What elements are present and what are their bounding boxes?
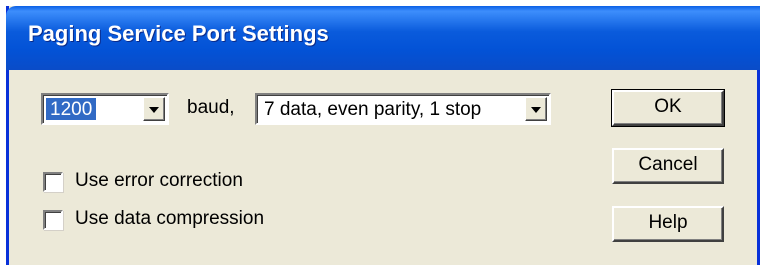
help-button[interactable]: Help — [612, 206, 724, 242]
dialog-title: Paging Service Port Settings — [28, 21, 329, 46]
dialog-body: 1200 baud, 7 data, even parity, 1 stop U… — [9, 70, 757, 265]
baud-label: baud, — [187, 97, 235, 118]
title-bar[interactable]: Paging Service Port Settings — [6, 6, 760, 70]
data-compression-label: Use data compression — [75, 208, 265, 229]
baud-rate-select[interactable]: 1200 — [41, 93, 169, 125]
baud-rate-value: 1200 — [46, 98, 97, 120]
error-correction-checkbox[interactable] — [43, 172, 63, 192]
data-compression-checkbox[interactable] — [43, 210, 63, 230]
cancel-button[interactable]: Cancel — [612, 148, 724, 184]
data-format-value: 7 data, even parity, 1 stop — [264, 99, 482, 120]
baud-rate-dropdown-button[interactable] — [143, 97, 165, 121]
chevron-down-icon — [149, 107, 159, 113]
chevron-down-icon — [531, 107, 541, 113]
dialog-window: Paging Service Port Settings 1200 baud, … — [6, 6, 760, 265]
ok-button[interactable]: OK — [611, 89, 725, 127]
error-correction-label: Use error correction — [75, 170, 243, 191]
data-format-select[interactable]: 7 data, even parity, 1 stop — [255, 93, 551, 125]
data-format-dropdown-button[interactable] — [525, 97, 547, 121]
